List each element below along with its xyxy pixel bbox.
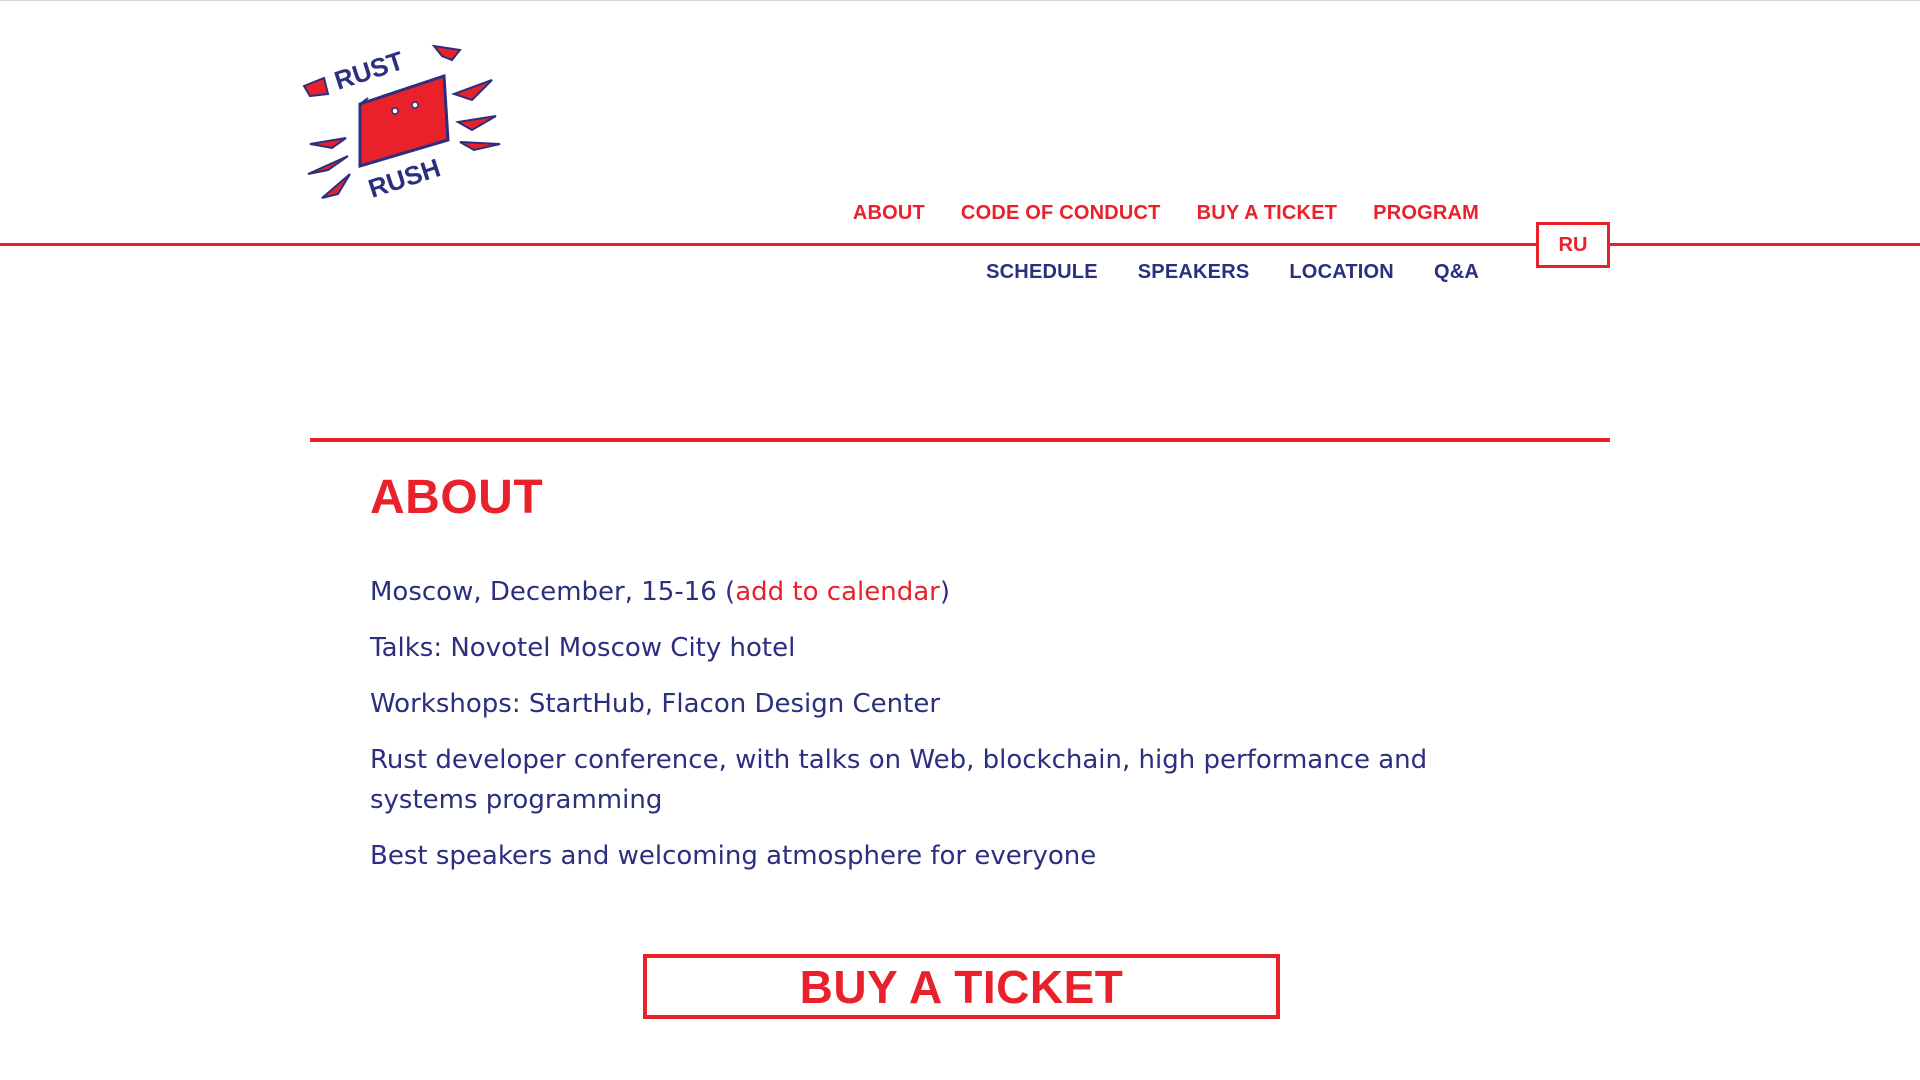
date-text-end: ) xyxy=(939,577,950,607)
conference-description: Rust developer conference, with talks on… xyxy=(370,745,1428,815)
nav-link-location[interactable]: LOCATION xyxy=(1289,261,1394,284)
language-switch-button[interactable]: RU xyxy=(1536,222,1610,268)
workshops-venue: Workshops: StartHub, Flacon Design Cente… xyxy=(370,689,941,719)
logo-word-top: RUST xyxy=(331,45,408,95)
nav-link-about[interactable]: ABOUT xyxy=(853,202,925,225)
section-divider xyxy=(310,438,1610,442)
nav-link-qa[interactable]: Q&A xyxy=(1434,261,1479,284)
talks-venue: Talks: Novotel Moscow City hotel xyxy=(370,633,796,663)
nav-link-program[interactable]: PROGRAM xyxy=(1373,202,1479,225)
nav-link-code-of-conduct[interactable]: CODE OF CONDUCT xyxy=(961,202,1161,225)
about-heading: ABOUT xyxy=(370,471,544,524)
buy-ticket-button[interactable]: BUY A TICKET xyxy=(643,954,1280,1019)
date-line: Moscow, December, 15-16 (add to calendar… xyxy=(370,572,1520,612)
primary-nav: ABOUT CODE OF CONDUCT BUY A TICKET PROGR… xyxy=(853,202,1479,225)
top-border xyxy=(0,0,1920,1)
add-to-calendar-link[interactable]: add to calendar xyxy=(735,577,940,607)
about-content: Moscow, December, 15-16 (add to calendar… xyxy=(370,572,1520,892)
nav-link-schedule[interactable]: SCHEDULE xyxy=(986,261,1098,284)
audience-text: Best speakers and welcoming atmosphere f… xyxy=(370,841,1097,871)
date-text: Moscow, December, 15-16 ( xyxy=(370,577,736,607)
secondary-nav: SCHEDULE SPEAKERS LOCATION Q&A xyxy=(986,261,1479,284)
nav-link-speakers[interactable]: SPEAKERS xyxy=(1138,261,1250,284)
header-divider xyxy=(0,243,1920,246)
nav-link-buy-ticket[interactable]: BUY A TICKET xyxy=(1197,202,1338,225)
rust-rush-logo[interactable]: RUST RUSH xyxy=(302,38,502,206)
